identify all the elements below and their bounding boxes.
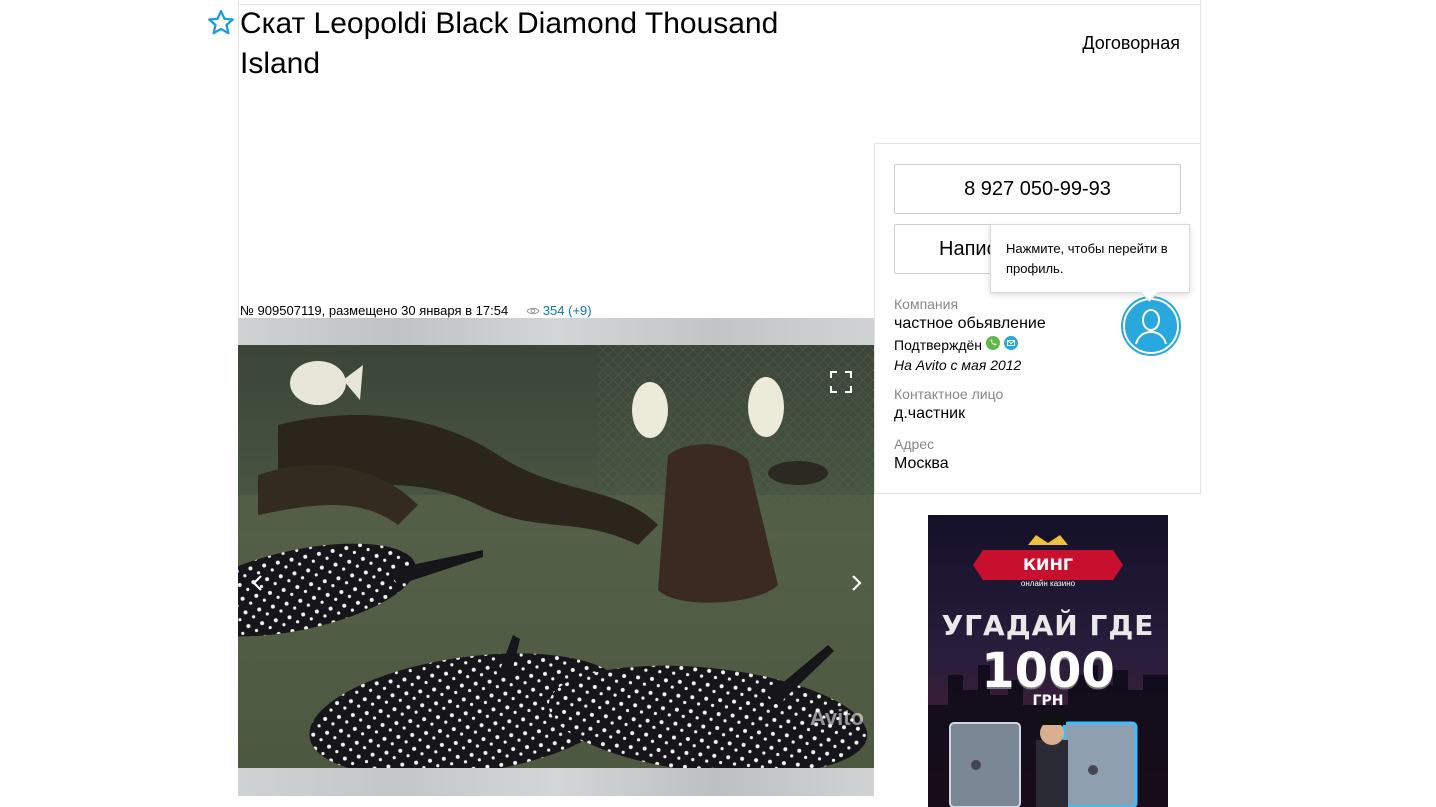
content-border-right xyxy=(1200,0,1201,143)
eye-icon xyxy=(526,304,540,319)
address-label: Адрес xyxy=(894,436,935,452)
gallery-blur-top xyxy=(238,318,874,345)
listing-price: Договорная xyxy=(1082,33,1180,53)
profile-tooltip: Нажмите, чтобы перейти в профиль. xyxy=(990,224,1190,302)
gallery-blur-bottom xyxy=(238,768,874,796)
gallery-next-button[interactable] xyxy=(844,565,868,601)
ad-currency: ГРН xyxy=(1032,693,1064,709)
company-value[interactable]: частное обьявление xyxy=(894,315,1046,333)
email-verified-icon xyxy=(1004,336,1019,353)
contact-panel: 8 927 050-99-93 Написать сообщение Компа… xyxy=(874,143,1201,494)
chevron-left-icon xyxy=(252,575,262,591)
user-avatar-icon xyxy=(1123,298,1179,354)
ad-brand: КИНГ xyxy=(1022,555,1074,574)
listing-id-date: № 909507119, размещено 30 января в 17:54 xyxy=(240,303,509,318)
address-value: Москва xyxy=(894,455,949,472)
verified-row: Подтверждён xyxy=(894,336,1019,353)
photo-watermark: Avito xyxy=(809,705,864,730)
ad-brand-sub: онлайн казино xyxy=(1020,579,1076,588)
verified-label: Подтверждён xyxy=(894,336,983,353)
company-label: Компания xyxy=(894,296,959,312)
contact-person-label: Контактное лицо xyxy=(894,386,1004,402)
ad-banner[interactable]: КИНГ онлайн казино УГАДАЙ ГДЕ 1000 ГРН xyxy=(928,515,1168,807)
photo-gallery[interactable]: Avito xyxy=(238,318,874,796)
content-border-left xyxy=(238,0,239,318)
listing-title: Скат Leopoldi Black Diamond Thousand Isl… xyxy=(240,7,779,80)
views-count: 354 (+9) xyxy=(542,303,592,318)
phone-verified-icon xyxy=(986,336,1001,353)
ad-amount: 1000 xyxy=(981,643,1115,699)
contact-person-value: д.частник xyxy=(894,405,966,422)
member-since: На Avito с мая 2012 xyxy=(894,357,1022,373)
seller-avatar[interactable] xyxy=(1121,296,1181,356)
listing-photo[interactable]: Avito xyxy=(238,345,874,777)
favorite-star-icon[interactable] xyxy=(206,8,236,38)
views-counter[interactable]: 354 (+9) xyxy=(526,303,592,318)
listing-meta: № 909507119, размещено 30 января в 17:54… xyxy=(240,303,592,319)
profile-tooltip-text: Нажмите, чтобы перейти в профиль. xyxy=(1006,241,1168,276)
ad-headline: УГАДАЙ ГДЕ xyxy=(941,609,1155,642)
show-phone-button[interactable]: 8 927 050-99-93 xyxy=(894,164,1181,214)
chevron-right-icon xyxy=(852,575,862,591)
gallery-prev-button[interactable] xyxy=(246,565,270,601)
fullscreen-icon[interactable] xyxy=(830,371,852,393)
